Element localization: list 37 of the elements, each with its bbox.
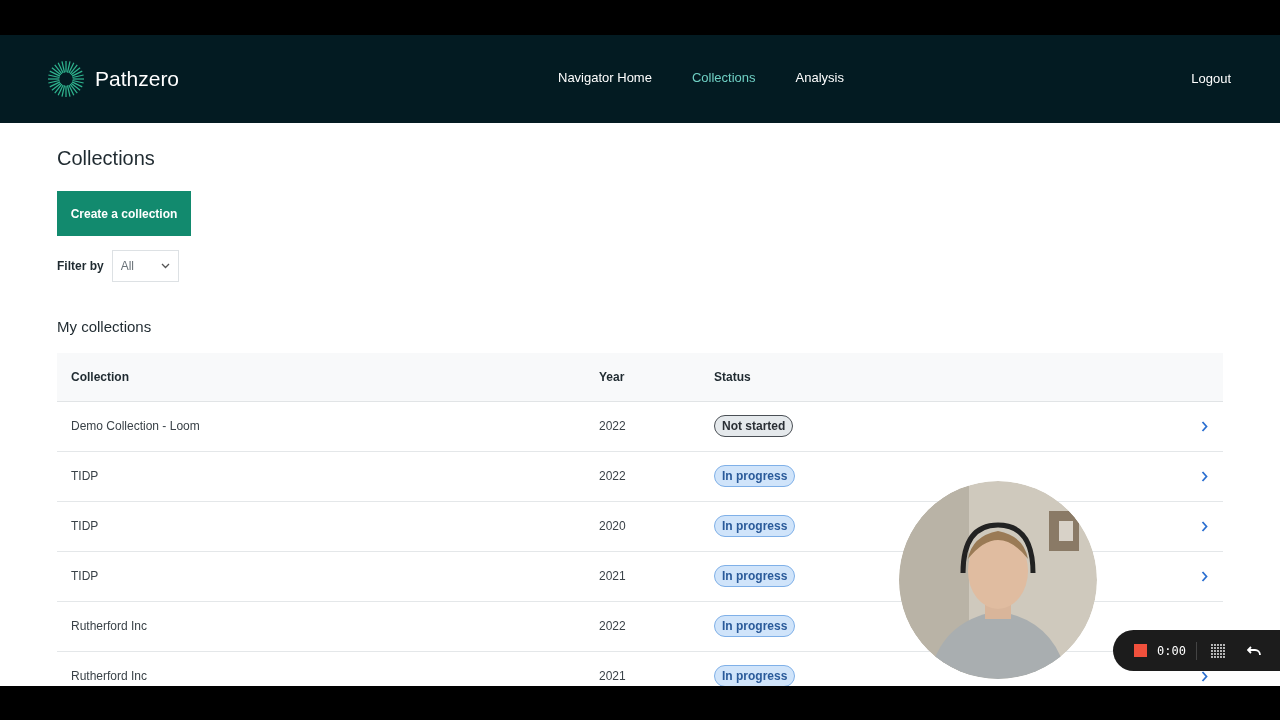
filter-dropdown[interactable]: All [111, 250, 179, 282]
column-header: Year [599, 368, 626, 386]
table-cell-text: 2021 [599, 668, 627, 685]
status-badge: In progress [714, 665, 796, 686]
table-cell-text: TIDP [70, 518, 100, 535]
status-badge: In progress [714, 615, 796, 637]
nav-link[interactable]: Analysis [795, 68, 844, 88]
recording-time: 0:00 [1157, 641, 1197, 660]
column-header: Collection [70, 368, 130, 386]
table-cell-text: TIDP [70, 568, 100, 585]
table-cell-text: 2022 [599, 418, 627, 435]
nav-link[interactable]: Collections [691, 68, 756, 88]
status-badge: In progress [714, 565, 796, 587]
table-cell-text: 2022 [599, 468, 627, 485]
nav-link[interactable]: Navigator Home [558, 68, 652, 88]
status-badge: In progress [714, 465, 796, 487]
chevron-down-icon [160, 263, 170, 269]
logout-link[interactable]: Logout [1191, 69, 1231, 89]
chevron-right-icon[interactable] [1201, 670, 1208, 682]
status-badge: Not started [714, 415, 794, 437]
table-cell-text: 2022 [599, 618, 627, 635]
create-collection-button[interactable]: Create a collection [57, 191, 191, 236]
sunburst-logo-icon [47, 60, 85, 98]
table-cell-text: TIDP [70, 468, 100, 485]
table-cell-text: Demo Collection - Loom [70, 418, 201, 435]
column-header: Status [714, 368, 751, 386]
filter-label: Filter by [57, 258, 104, 275]
status-badge: In progress [714, 515, 796, 537]
undo-icon[interactable] [1246, 644, 1261, 657]
brand-name: Pathzero [95, 66, 180, 93]
table-cell-text: 2021 [599, 568, 627, 585]
table-cell-text: Rutherford Inc [70, 668, 149, 685]
table-cell-text: 2020 [599, 518, 627, 535]
dot-grid-icon[interactable] [1210, 643, 1225, 658]
table-cell-text: Rutherford Inc [70, 618, 149, 635]
page-title: Collections [57, 146, 156, 171]
section-title: My collections [57, 317, 153, 337]
